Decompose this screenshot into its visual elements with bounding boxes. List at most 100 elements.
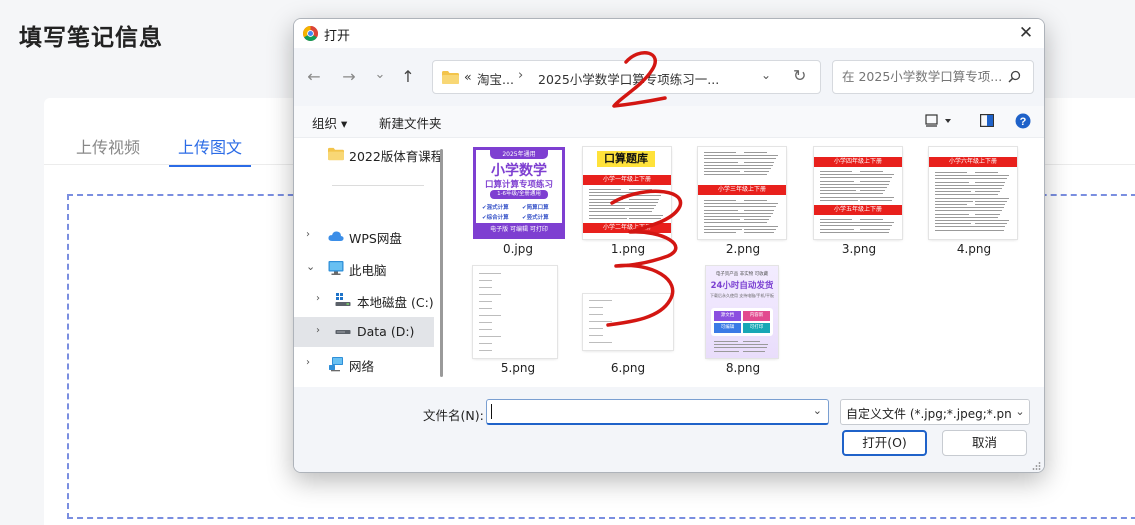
thumb-text-line bbox=[629, 192, 663, 194]
thumb-text-line bbox=[860, 180, 890, 182]
sidebar-item-2022-folder[interactable]: 2022版体育课程 bbox=[294, 139, 443, 169]
thumb-text-line bbox=[820, 187, 861, 188]
thumb-text-line bbox=[935, 229, 978, 231]
sidebar-item-label: WPS网盘 bbox=[349, 231, 402, 246]
thumb-text-line bbox=[935, 200, 973, 202]
search-icon[interactable] bbox=[1006, 69, 1022, 85]
tab-upload-video[interactable]: 上传视频 bbox=[76, 134, 140, 167]
forward-arrow-icon[interactable]: → bbox=[339, 67, 359, 87]
command-toolbar: 组织 ▾ 新建文件夹 ? bbox=[294, 106, 1044, 138]
chevron-right-icon[interactable]: › bbox=[306, 357, 310, 368]
thumb-text-line bbox=[479, 287, 492, 288]
resize-grip-icon[interactable] bbox=[1031, 461, 1041, 471]
new-folder-button[interactable]: 新建文件夹 bbox=[379, 113, 442, 132]
thumb-text-line bbox=[744, 164, 773, 166]
thumb-text-line bbox=[629, 198, 659, 200]
thumb-text-line bbox=[589, 307, 603, 308]
thumb-text-line bbox=[589, 321, 612, 322]
thumb-text-line bbox=[860, 228, 890, 230]
chevron-right-icon[interactable]: › bbox=[316, 325, 320, 336]
recent-locations-chevron-icon[interactable]: ⌄ bbox=[370, 65, 390, 85]
address-dropdown-chevron-icon[interactable]: ⌄ bbox=[761, 68, 771, 82]
chevron-down-icon[interactable]: ⌄ bbox=[306, 260, 315, 273]
sidebar-item-label: 2022版体育课程 bbox=[349, 149, 444, 164]
filetype-select[interactable]: 自定义文件 (*.jpg;*.jpeg;*.png ⌄ bbox=[840, 399, 1030, 425]
chevron-right-icon[interactable]: › bbox=[306, 229, 310, 240]
thumb-text-line bbox=[714, 350, 739, 352]
file-item-2-png[interactable]: 小学三年级上下册 2.png bbox=[676, 139, 786, 257]
file-item-1-png[interactable]: 口算题库 小学一年级上下册 小学二年级上下册 1.png bbox=[561, 139, 671, 257]
file-thumbnail: 小学六年级上下册 bbox=[929, 147, 1017, 239]
close-button[interactable]: ✕ bbox=[1016, 23, 1036, 43]
thumb-text-line bbox=[743, 347, 767, 349]
filetype-value: 自定义文件 (*.jpg;*.jpeg;*.png bbox=[846, 407, 1020, 421]
search-input[interactable] bbox=[842, 69, 1002, 84]
file-item-0-jpg[interactable]: 2025年通用 小学数学 口算计算专项练习 1-6年级/全册通用 ✔混式计算 ✔… bbox=[449, 139, 565, 257]
thumb-text-line bbox=[935, 181, 969, 183]
help-icon[interactable]: ? bbox=[1015, 113, 1031, 129]
thumb-text-line bbox=[860, 231, 889, 233]
sidebar-item-data-d[interactable]: › Data (D:) bbox=[294, 317, 434, 347]
windows-drive-icon bbox=[335, 293, 351, 306]
file-item-4-png[interactable]: 小学六年级上下册 4.png bbox=[907, 139, 1017, 257]
filename-dropdown-chevron-icon[interactable]: ⌄ bbox=[813, 404, 822, 417]
cancel-button[interactable]: 取消 bbox=[942, 430, 1027, 456]
sidebar-item-wps-cloud[interactable]: › WPS网盘 bbox=[294, 221, 434, 251]
refresh-icon[interactable]: ↻ bbox=[793, 66, 806, 85]
search-box[interactable] bbox=[832, 60, 1034, 94]
thumb-text-line bbox=[820, 177, 860, 179]
thumb-text-line bbox=[935, 213, 969, 215]
file-item-6-png[interactable]: 6.png bbox=[561, 258, 673, 376]
sidebar-item-this-pc[interactable]: ⌄ 此电脑 bbox=[294, 253, 434, 283]
thumb-text-line bbox=[935, 172, 967, 173]
filename-input[interactable]: ⌄ bbox=[486, 399, 829, 425]
thumb-text-line bbox=[744, 225, 778, 227]
thumb-text-line bbox=[479, 301, 492, 302]
thumb-lines bbox=[589, 188, 665, 220]
thumb-lines bbox=[820, 218, 896, 236]
file-thumbnail: 口算题库 小学一年级上下册 小学二年级上下册 bbox=[583, 147, 671, 239]
breadcrumb-separator[interactable]: › bbox=[518, 68, 523, 83]
sidebar-item-local-disk-c[interactable]: › 本地磁盘 (C:) bbox=[294, 285, 434, 315]
thumb-grade-bar: 小学四年级上下册 bbox=[814, 157, 902, 167]
thumb-text-line bbox=[935, 191, 971, 193]
thumb-grade-bar: 小学一年级上下册 bbox=[583, 175, 671, 185]
file-item-5-png[interactable]: 5.png bbox=[449, 258, 559, 376]
breadcrumb-item[interactable]: 淘宝... bbox=[477, 69, 514, 88]
thumb-text-line bbox=[704, 225, 747, 227]
thumb-text-line bbox=[744, 222, 767, 224]
thumb-text-line bbox=[860, 193, 883, 195]
promo-tag: 可编辑 bbox=[714, 323, 741, 333]
promo-panel: 源文档 内容新 可编辑 可打印 bbox=[711, 308, 773, 336]
file-item-8-png[interactable]: 电子资产品 非实物 可收藏 24小时自动发货 下载后永久使用 支持电脑/手机/平… bbox=[676, 258, 786, 376]
address-bar[interactable]: « 淘宝... › 2025小学数学口算专项练习一... ⌄ ↻ bbox=[432, 60, 821, 94]
chevron-right-icon[interactable]: › bbox=[316, 293, 320, 304]
sidebar-item-label: 网络 bbox=[349, 359, 375, 374]
cloud-icon bbox=[328, 231, 344, 241]
thumb-text-line bbox=[744, 206, 776, 208]
file-item-3-png[interactable]: 小学四年级上下册 小学五年级上下册 3.png bbox=[792, 139, 902, 257]
chevron-down-icon[interactable]: ⌄ bbox=[1011, 400, 1029, 424]
sidebar-item-label: Data (D:) bbox=[357, 324, 415, 339]
folder-icon bbox=[442, 71, 459, 84]
file-thumbnail: 电子资产品 非实物 可收藏 24小时自动发货 下载后永久使用 支持电脑/手机/平… bbox=[706, 266, 778, 358]
text-caret bbox=[491, 404, 492, 419]
thumb-text-line bbox=[629, 217, 661, 219]
drive-icon bbox=[335, 330, 351, 334]
organize-menu[interactable]: 组织 ▾ bbox=[312, 113, 347, 132]
up-arrow-icon[interactable]: ↑ bbox=[398, 67, 418, 87]
breadcrumb-overflow[interactable]: « bbox=[464, 69, 472, 84]
file-thumbnail bbox=[583, 294, 673, 350]
thumb-text-line bbox=[935, 197, 978, 199]
tab-upload-image-text[interactable]: 上传图文 bbox=[169, 134, 252, 167]
view-options-icon[interactable] bbox=[925, 114, 953, 128]
open-button[interactable]: 打开(O) bbox=[842, 430, 927, 456]
back-arrow-icon[interactable]: ← bbox=[304, 67, 324, 87]
promo-headline: 24小时自动发货 bbox=[710, 281, 774, 291]
sidebar-scrollbar[interactable] bbox=[440, 149, 443, 377]
sidebar-item-network[interactable]: › 网络 bbox=[294, 349, 434, 379]
breadcrumb-current[interactable]: 2025小学数学口算专项练习一... bbox=[538, 69, 719, 88]
preview-pane-icon[interactable] bbox=[980, 114, 994, 127]
thumb-lines bbox=[479, 272, 551, 352]
thumb-text-line bbox=[744, 209, 774, 211]
